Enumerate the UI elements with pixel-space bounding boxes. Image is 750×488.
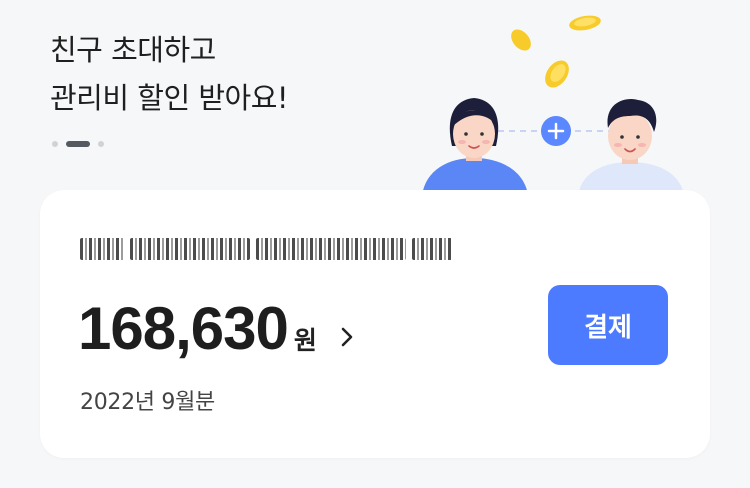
woman-avatar <box>422 98 528 195</box>
man-avatar <box>578 99 684 195</box>
promo-headline: 친구 초대하고 관리비 할인 받아요! <box>50 26 289 122</box>
redacted-apartment-label <box>80 238 452 260</box>
currency-unit: 원 <box>293 326 317 355</box>
carousel-dot <box>98 141 104 147</box>
redacted-block <box>412 238 452 260</box>
redacted-block <box>256 238 406 260</box>
bill-amount: 168,630 <box>78 295 289 362</box>
coin-icon <box>511 29 531 51</box>
pay-button[interactable]: 결제 <box>548 285 668 365</box>
carousel-dot-active <box>66 141 90 147</box>
bill-card: 168,630 원 2022년 9월분 결제 <box>40 190 710 458</box>
invite-illustration <box>422 15 684 195</box>
promo-banner[interactable]: 친구 초대하고 관리비 할인 받아요! <box>0 0 750 200</box>
promo-headline-line2: 관리비 할인 받아요! <box>50 81 289 115</box>
coin-icon <box>569 15 601 31</box>
carousel-indicator <box>52 141 104 147</box>
bill-amount-link[interactable]: 168,630 원 <box>78 294 359 363</box>
coin-icon <box>545 60 569 88</box>
redacted-block <box>130 238 250 260</box>
billing-period: 2022년 9월분 <box>80 390 215 415</box>
chevron-right-icon[interactable] <box>335 325 359 349</box>
plus-icon <box>541 116 571 146</box>
promo-headline-line1: 친구 초대하고 <box>50 33 216 67</box>
redacted-block <box>80 238 124 260</box>
carousel-dot <box>52 141 58 147</box>
